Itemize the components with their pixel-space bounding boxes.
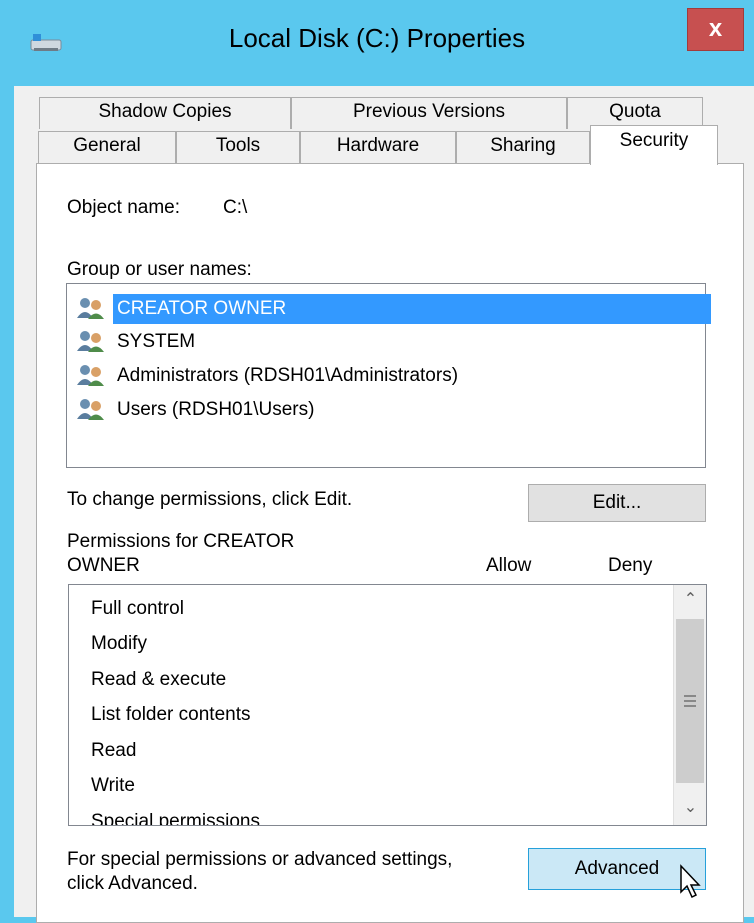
tab-sharing[interactable]: Sharing bbox=[456, 131, 590, 163]
close-icon: x bbox=[708, 15, 723, 42]
permissions-list[interactable]: Full control Modify Read & execute List … bbox=[68, 584, 707, 826]
user-group-icon bbox=[77, 399, 104, 420]
dialog-client: Shadow Copies Previous Versions Quota Ge… bbox=[14, 86, 754, 923]
security-panel: Object name: C:\ Group or user names: CR… bbox=[36, 163, 744, 923]
advanced-help-text-2: click Advanced. bbox=[67, 873, 198, 894]
tab-general[interactable]: General bbox=[38, 131, 176, 163]
user-group-icon bbox=[77, 365, 104, 386]
change-permissions-text: To change permissions, click Edit. bbox=[67, 489, 353, 510]
list-item[interactable]: CREATOR OWNER bbox=[75, 294, 711, 324]
group-user-names-label: Group or user names: bbox=[67, 259, 252, 280]
list-item: Full control bbox=[91, 598, 184, 619]
list-item: Modify bbox=[91, 633, 147, 654]
permissions-for-label: Permissions for CREATOR bbox=[67, 531, 295, 552]
object-name-value: C:\ bbox=[223, 197, 248, 218]
advanced-help-text: For special permissions or advanced sett… bbox=[67, 849, 453, 870]
chevron-up-icon[interactable]: ⌃ bbox=[674, 585, 706, 615]
title-bar: Local Disk (C:) Properties x bbox=[0, 0, 754, 86]
user-list[interactable]: CREATOR OWNER SYSTEM Administrators (RDS… bbox=[66, 283, 711, 468]
list-item: Read & execute bbox=[91, 669, 227, 690]
edit-button[interactable]: Edit... bbox=[528, 484, 706, 522]
chevron-down-icon[interactable]: ⌄ bbox=[674, 793, 706, 823]
close-button[interactable]: x bbox=[687, 8, 744, 51]
permissions-scrollbar[interactable]: ⌃ ⌄ bbox=[673, 585, 706, 825]
deny-header: Deny bbox=[608, 555, 653, 576]
list-item: Read bbox=[91, 740, 137, 761]
tab-hardware[interactable]: Hardware bbox=[300, 131, 456, 163]
scrollbar-thumb[interactable] bbox=[676, 619, 704, 783]
list-item: Write bbox=[91, 775, 135, 796]
tab-tools[interactable]: Tools bbox=[176, 131, 300, 163]
user-group-icon bbox=[77, 331, 104, 352]
allow-header: Allow bbox=[486, 555, 532, 576]
list-item: Special permissions bbox=[91, 811, 260, 826]
tab-security[interactable]: Security bbox=[590, 125, 718, 165]
window-title: Local Disk (C:) Properties bbox=[228, 23, 526, 53]
tab-shadow-copies[interactable]: Shadow Copies bbox=[39, 97, 291, 129]
user-group-icon bbox=[77, 298, 104, 319]
tab-previous-versions[interactable]: Previous Versions bbox=[291, 97, 567, 129]
object-name-label: Object name: bbox=[67, 197, 180, 218]
permissions-for-label-2: OWNER bbox=[67, 555, 140, 576]
mouse-cursor-icon bbox=[680, 864, 701, 899]
list-item: List folder contents bbox=[91, 704, 251, 725]
